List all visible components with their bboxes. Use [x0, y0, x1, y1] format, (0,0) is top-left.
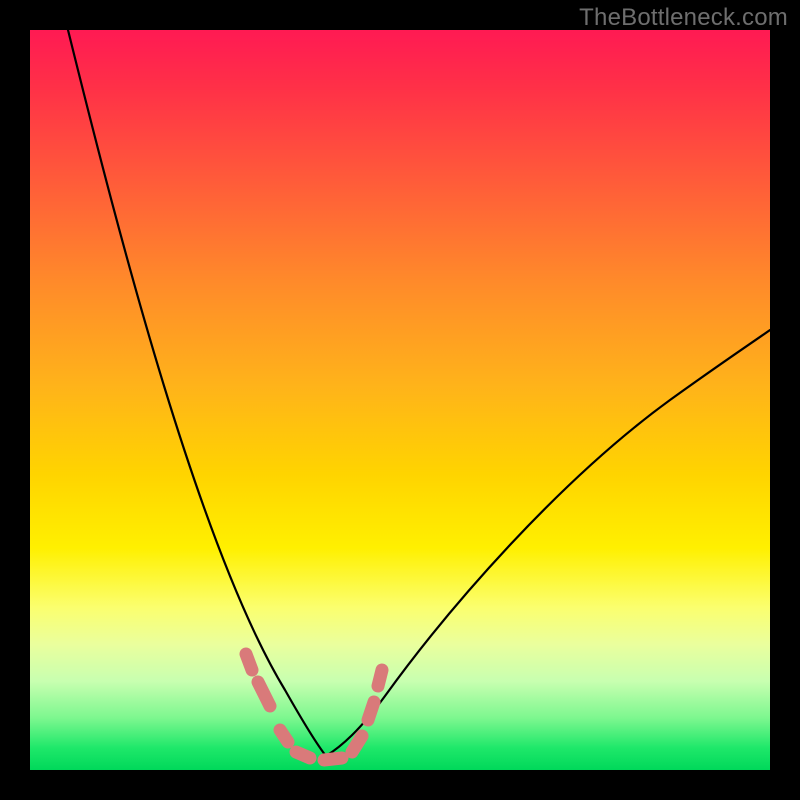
- chart-frame: TheBottleneck.com: [0, 0, 800, 800]
- plot-area: [30, 30, 770, 770]
- curve-left-branch: [68, 30, 326, 756]
- curve-layer: [30, 30, 770, 770]
- curve-right-branch: [326, 330, 770, 756]
- watermark-text: TheBottleneck.com: [579, 4, 788, 32]
- data-dots-rail: [246, 654, 382, 760]
